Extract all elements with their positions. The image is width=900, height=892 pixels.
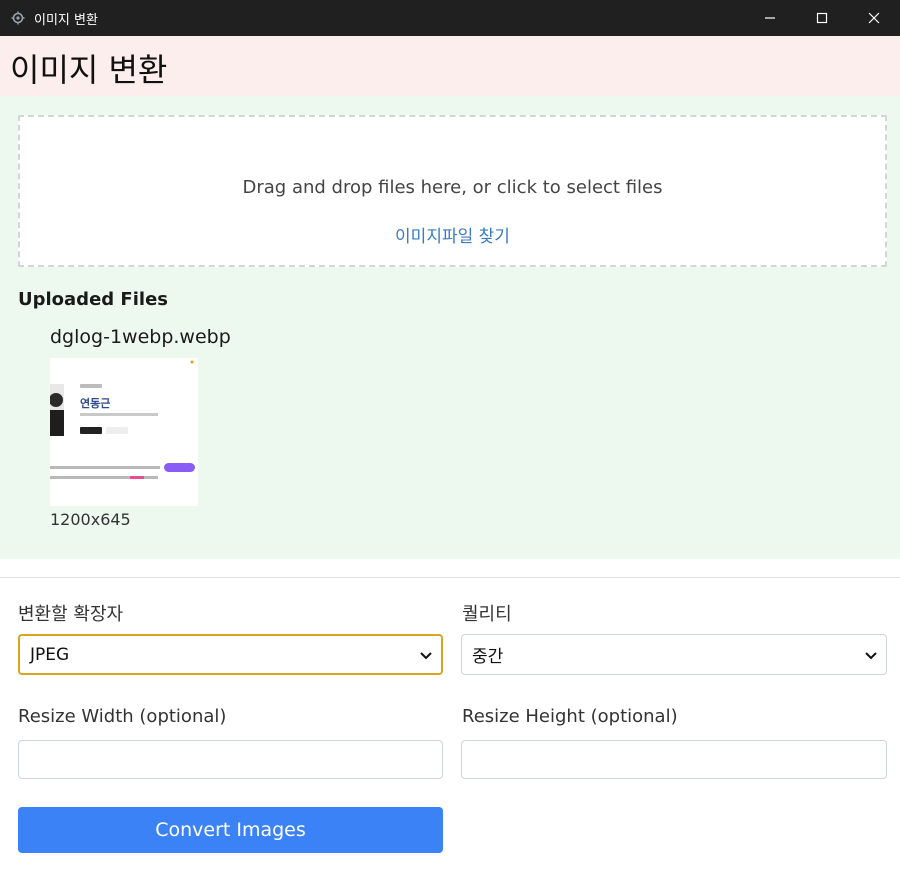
uploaded-file-name: dglog-1webp.webp [50, 326, 231, 348]
minimize-button[interactable] [744, 0, 796, 36]
browse-files-link[interactable]: 이미지파일 찾기 [20, 222, 885, 247]
minimize-icon [765, 17, 775, 19]
close-button[interactable] [848, 0, 900, 36]
resize-width-input[interactable] [18, 740, 443, 779]
close-icon [868, 12, 880, 24]
thumbnail-name-text: 연동근 [80, 396, 110, 410]
maximize-icon [816, 12, 828, 24]
section-divider [0, 577, 900, 578]
chevron-down-icon [420, 651, 432, 659]
uploaded-file-dimensions: 1200x645 [50, 510, 131, 529]
page-title: 이미지 변환 [10, 51, 168, 89]
convert-images-button[interactable]: Convert Images [18, 807, 443, 853]
window-title: 이미지 변환 [34, 12, 98, 28]
uploaded-files-heading: Uploaded Files [18, 289, 168, 310]
resize-width-label: Resize Width (optional) [18, 706, 227, 727]
dropzone-instruction: Drag and drop files here, or click to se… [242, 177, 663, 198]
uploaded-file-thumbnail: 연동근 [50, 358, 198, 506]
upload-section: Drag and drop files here, or click to se… [0, 96, 900, 559]
format-select-value: JPEG [30, 644, 70, 665]
window-titlebar: 이미지 변환 [0, 0, 900, 36]
format-select[interactable]: JPEG [18, 634, 443, 675]
page-header: 이미지 변환 [0, 36, 900, 96]
quality-select-value: 중간 [472, 647, 504, 667]
maximize-button[interactable] [796, 0, 848, 36]
format-label: 변환할 확장자 [18, 604, 124, 625]
window-controls [744, 0, 900, 36]
gear-app-icon [10, 10, 26, 26]
resize-height-input[interactable] [461, 740, 887, 779]
quality-label: 퀄리티 [462, 604, 512, 625]
chevron-down-icon [865, 651, 877, 659]
file-dropzone[interactable]: Drag and drop files here, or click to se… [18, 115, 887, 267]
resize-height-label: Resize Height (optional) [462, 706, 678, 727]
quality-select[interactable]: 중간 [461, 634, 887, 675]
